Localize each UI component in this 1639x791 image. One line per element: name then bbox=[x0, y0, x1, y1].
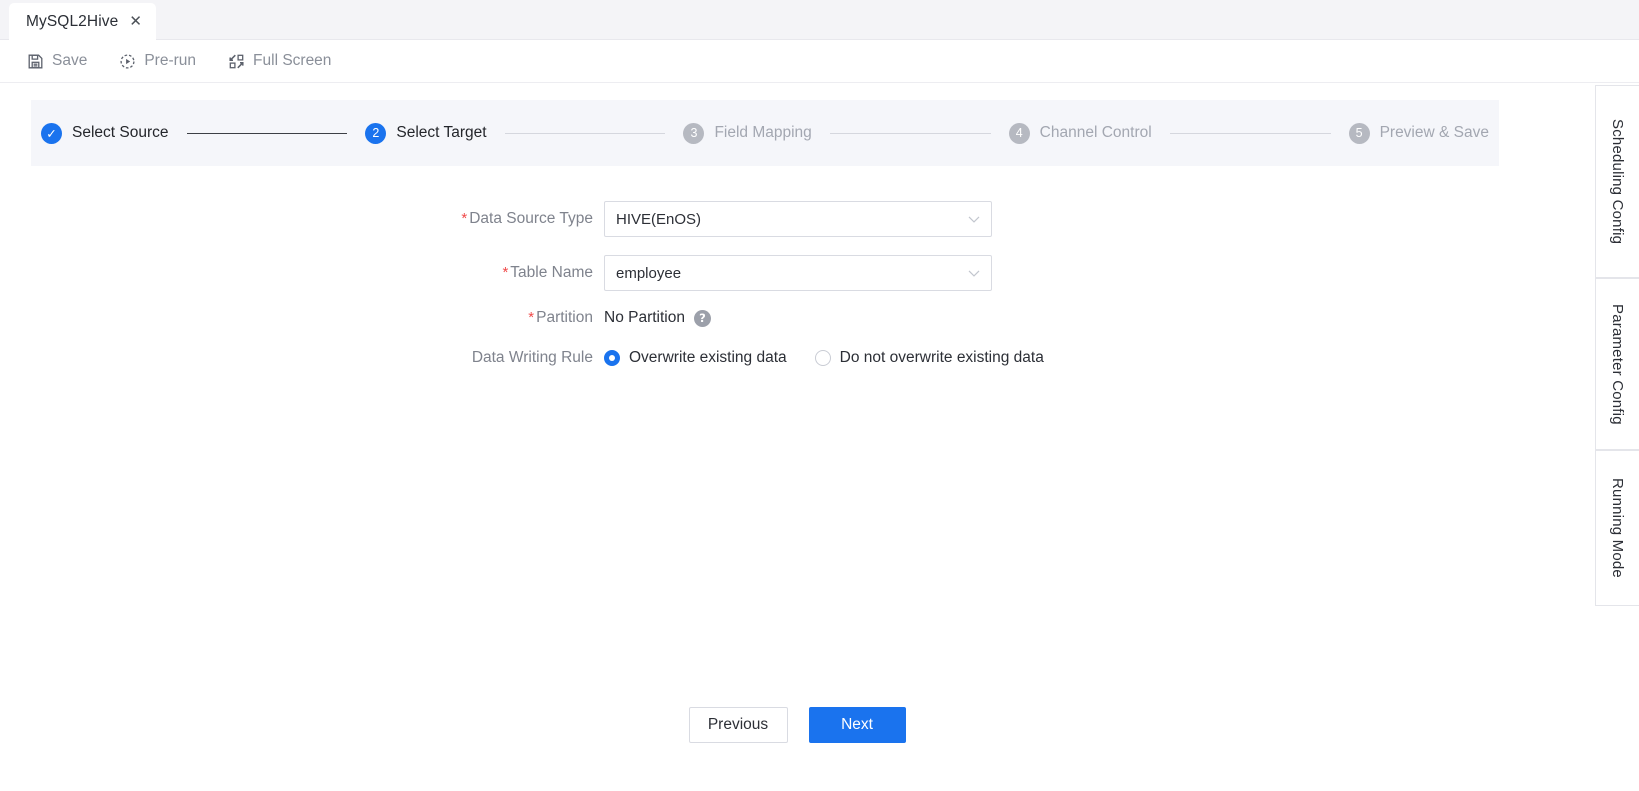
radio-icon-unchecked[interactable] bbox=[814, 350, 831, 366]
form-row-partition: * Partition No Partition ? bbox=[0, 309, 1594, 327]
step-connector-2 bbox=[504, 132, 666, 134]
close-icon[interactable]: ✕ bbox=[129, 14, 142, 29]
full-screen-label: Full Screen bbox=[253, 52, 332, 69]
fullscreen-icon bbox=[228, 53, 245, 70]
step-badge-5: 5 bbox=[1348, 122, 1370, 144]
step-connector-1 bbox=[186, 132, 348, 134]
step-select-target[interactable]: 2 Select Target bbox=[365, 122, 487, 144]
required-asterisk: * bbox=[461, 210, 468, 227]
save-icon bbox=[27, 53, 44, 70]
step-select-source[interactable]: ✓ Select Source bbox=[41, 122, 169, 144]
data-writing-rule-radio-group: Overwrite existing data Do not overwrite… bbox=[604, 349, 1044, 367]
radio-icon-checked[interactable] bbox=[604, 350, 620, 366]
data-source-type-label: * Data Source Type bbox=[461, 210, 593, 227]
step-badge-4: 4 bbox=[1008, 122, 1030, 144]
side-tab-panel: Scheduling Config Parameter Config Runni… bbox=[1593, 83, 1639, 791]
pre-run-label: Pre-run bbox=[144, 52, 197, 69]
step-badge-3: 3 bbox=[683, 122, 705, 144]
step-connector-4 bbox=[1169, 132, 1331, 134]
side-tab-scheduling-config[interactable]: Scheduling Config bbox=[1595, 85, 1639, 278]
radio-label-overwrite: Overwrite existing data bbox=[629, 349, 787, 366]
partition-value-group: No Partition ? bbox=[604, 309, 711, 327]
pre-run-button[interactable]: Pre-run bbox=[119, 52, 196, 70]
step-badge-1: ✓ bbox=[41, 122, 62, 144]
step-label-preview-save: Preview & Save bbox=[1379, 124, 1489, 141]
save-button[interactable]: Save bbox=[27, 52, 87, 70]
form-row-data-source-type: * Data Source Type HIVE(EnOS) bbox=[0, 201, 1594, 237]
step-label-select-source: Select Source bbox=[72, 124, 169, 141]
chevron-down-icon bbox=[968, 211, 980, 228]
tab-bar: MySQL2Hive ✕ bbox=[0, 0, 1639, 40]
radio-label-no-overwrite: Do not overwrite existing data bbox=[839, 349, 1044, 366]
side-tab-label-parameter-config: Parameter Config bbox=[1609, 303, 1626, 425]
table-name-select[interactable]: employee bbox=[604, 255, 992, 291]
data-source-type-select[interactable]: HIVE(EnOS) bbox=[604, 201, 992, 237]
workspace: ✓ Select Source 2 Select Target 3 Field … bbox=[0, 83, 1594, 791]
partition-value: No Partition bbox=[604, 309, 685, 326]
partition-label: * Partition bbox=[528, 309, 593, 326]
step-label-select-target: Select Target bbox=[396, 124, 487, 141]
table-name-label: * Table Name bbox=[502, 264, 593, 281]
step-field-mapping[interactable]: 3 Field Mapping bbox=[683, 122, 812, 144]
table-name-value: employee bbox=[616, 264, 682, 282]
side-tab-label-scheduling-config: Scheduling Config bbox=[1609, 118, 1626, 245]
side-tab-running-mode[interactable]: Running Mode bbox=[1595, 450, 1639, 606]
radio-option-overwrite[interactable]: Overwrite existing data bbox=[604, 349, 787, 367]
play-circle-icon bbox=[119, 53, 136, 70]
form-row-table-name: * Table Name employee bbox=[0, 255, 1594, 291]
wizard-stepper: ✓ Select Source 2 Select Target 3 Field … bbox=[31, 100, 1499, 166]
required-asterisk: * bbox=[528, 309, 535, 326]
step-badge-2: 2 bbox=[365, 122, 387, 144]
step-label-channel-control: Channel Control bbox=[1039, 124, 1152, 141]
required-asterisk: * bbox=[502, 264, 509, 281]
radio-option-no-overwrite[interactable]: Do not overwrite existing data bbox=[814, 349, 1044, 367]
step-channel-control[interactable]: 4 Channel Control bbox=[1008, 122, 1152, 144]
data-writing-rule-label: Data Writing Rule bbox=[471, 349, 593, 366]
save-label: Save bbox=[52, 52, 88, 69]
step-label-field-mapping: Field Mapping bbox=[714, 124, 812, 141]
help-icon[interactable]: ? bbox=[693, 309, 711, 327]
step-connector-3 bbox=[829, 132, 991, 134]
previous-button[interactable]: Previous bbox=[688, 707, 788, 743]
select-target-form: * Data Source Type HIVE(EnOS) * Table Name… bbox=[0, 201, 1594, 385]
document-tab-label: MySQL2Hive bbox=[26, 12, 119, 30]
toolbar: Save Pre-run Full Screen bbox=[0, 40, 1639, 83]
side-tab-parameter-config[interactable]: Parameter Config bbox=[1595, 278, 1639, 450]
next-button[interactable]: Next bbox=[808, 707, 906, 743]
wizard-footer: Previous Next bbox=[0, 707, 1594, 743]
side-tab-label-running-mode: Running Mode bbox=[1609, 478, 1626, 578]
document-tab-mysql2hive[interactable]: MySQL2Hive ✕ bbox=[9, 3, 156, 40]
chevron-down-icon bbox=[968, 265, 980, 282]
form-row-data-writing-rule: Data Writing Rule Overwrite existing dat… bbox=[0, 349, 1594, 367]
full-screen-button[interactable]: Full Screen bbox=[228, 52, 331, 70]
data-source-type-value: HIVE(EnOS) bbox=[616, 210, 702, 228]
step-preview-save[interactable]: 5 Preview & Save bbox=[1348, 122, 1489, 144]
